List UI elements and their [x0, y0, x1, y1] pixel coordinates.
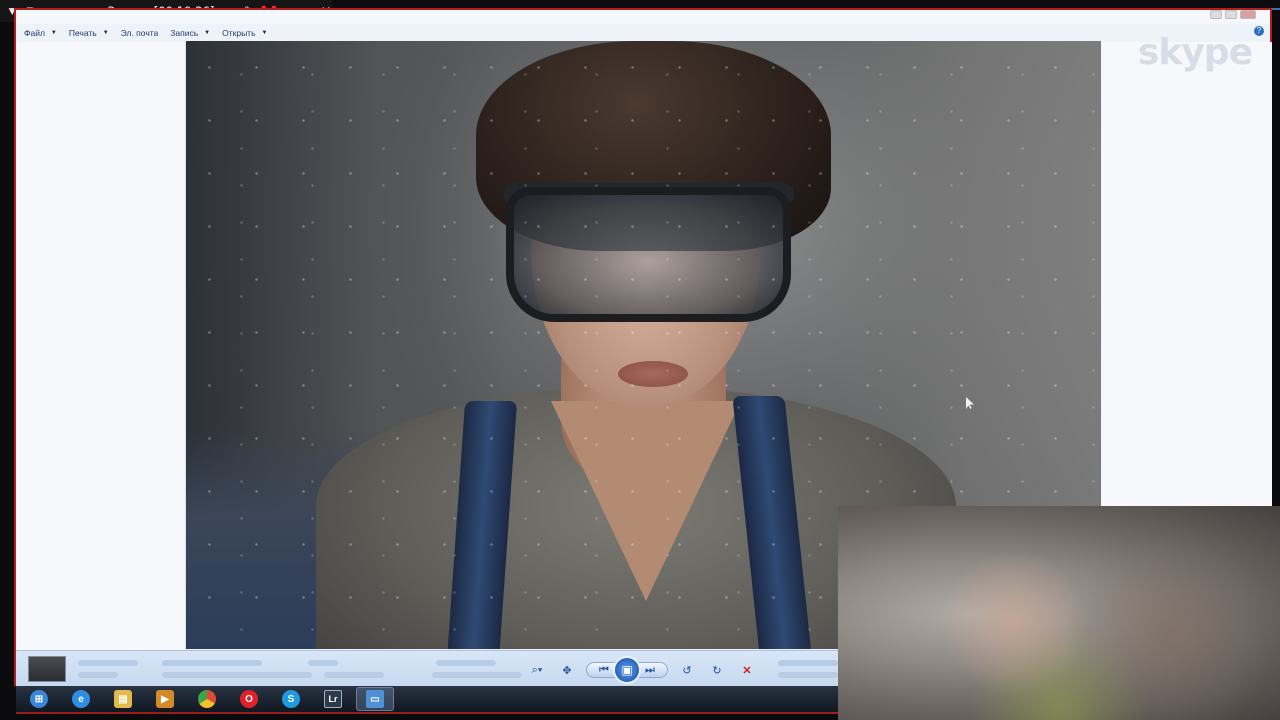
- skype-logo: skype: [1137, 32, 1253, 73]
- chevron-down-icon: ▼: [102, 30, 109, 36]
- lightroom-icon: Lr: [324, 690, 342, 708]
- help-icon[interactable]: ?: [1254, 26, 1264, 36]
- delete-icon[interactable]: ✕: [736, 661, 758, 679]
- menu-open[interactable]: Открыть ▼: [222, 28, 273, 38]
- chevron-down-icon: ▼: [204, 30, 211, 36]
- taskbar-lightroom[interactable]: Lr: [314, 687, 352, 711]
- recording-border: [16, 712, 838, 714]
- taskbar-chrome[interactable]: [188, 687, 226, 711]
- blurred-file-info: [78, 672, 118, 678]
- navigation-pill: ⏮ ▣ ⏭: [586, 656, 668, 684]
- taskbar: ⊞ e ▤ ▶ O S Lr ▭: [16, 686, 838, 712]
- chrome-icon: [198, 690, 216, 708]
- blurred-file-info: [162, 672, 312, 678]
- taskbar-file-explorer[interactable]: ▤: [104, 687, 142, 711]
- menu-email-label: Эл. почта: [120, 28, 159, 38]
- webcam-overlay: [838, 506, 1280, 720]
- viewer-controls: ⌕▾ ✥ ⏮ ▣ ⏭ ↺ ↻ ✕: [526, 656, 796, 684]
- skype-icon: S: [282, 690, 300, 708]
- internet-explorer-icon: e: [72, 690, 90, 708]
- zoom-icon[interactable]: ⌕▾: [526, 661, 548, 679]
- previous-icon[interactable]: ⏮: [593, 661, 615, 679]
- viewer-toolbar: ⌕▾ ✥ ⏮ ▣ ⏭ ↺ ↻ ✕: [16, 650, 838, 686]
- taskbar-skype[interactable]: S: [272, 687, 310, 711]
- rotate-right-icon[interactable]: ↻: [706, 661, 728, 679]
- taskbar-photo-viewer[interactable]: ▭: [356, 687, 394, 711]
- menu-burn-label: Запись: [170, 28, 199, 38]
- blurred-file-info: [324, 672, 384, 678]
- photo-viewer-icon: ▭: [366, 690, 384, 708]
- blurred-file-info: [308, 660, 338, 666]
- file-thumbnail: [28, 656, 66, 682]
- chevron-down-icon: ▼: [261, 30, 268, 36]
- minimize-button[interactable]: [1210, 10, 1222, 19]
- menu-file-label: Файл: [24, 28, 45, 38]
- windows-start-icon: ⊞: [30, 690, 48, 708]
- screen: ▼ ⧉ ⌕ ▭ Запись [00:19:26] ✎ ❚❚ ■ ◙ ✕ Фай…: [0, 0, 1280, 720]
- menu-file[interactable]: Файл ▼: [24, 28, 63, 38]
- blurred-file-info: [78, 660, 138, 666]
- taskbar-opera[interactable]: O: [230, 687, 268, 711]
- start-button[interactable]: ⊞: [20, 687, 58, 711]
- blurred-file-info: [436, 660, 496, 666]
- menu-bar: Файл ▼ Печать ▼ Эл. почта Запись ▼ Открыть ▼: [16, 24, 1270, 42]
- taskbar-internet-explorer[interactable]: e: [62, 687, 100, 711]
- menu-print-label: Печать: [68, 28, 97, 38]
- slideshow-icon[interactable]: ▣: [613, 656, 641, 684]
- maximize-button[interactable]: [1225, 10, 1237, 19]
- taskbar-media-player[interactable]: ▶: [146, 687, 184, 711]
- menu-print[interactable]: Печать ▼: [69, 28, 115, 38]
- menu-open-label: Открыть: [222, 28, 256, 38]
- menu-burn[interactable]: Запись ▼: [170, 28, 216, 38]
- media-player-icon: ▶: [156, 690, 174, 708]
- left-margin: [16, 42, 186, 650]
- right-margin: [1102, 42, 1272, 512]
- title-bar: [16, 10, 1270, 24]
- window-controls: [1210, 10, 1256, 19]
- chevron-down-icon: ▼: [50, 30, 57, 36]
- next-icon[interactable]: ⏭: [639, 661, 661, 679]
- opera-icon: O: [240, 690, 258, 708]
- fit-icon[interactable]: ✥: [556, 661, 578, 679]
- close-button[interactable]: [1240, 10, 1256, 19]
- blurred-file-info: [432, 672, 522, 678]
- menu-email[interactable]: Эл. почта: [121, 28, 165, 38]
- rotate-left-icon[interactable]: ↺: [676, 661, 698, 679]
- folder-icon: ▤: [114, 690, 132, 708]
- blurred-file-info: [162, 660, 262, 666]
